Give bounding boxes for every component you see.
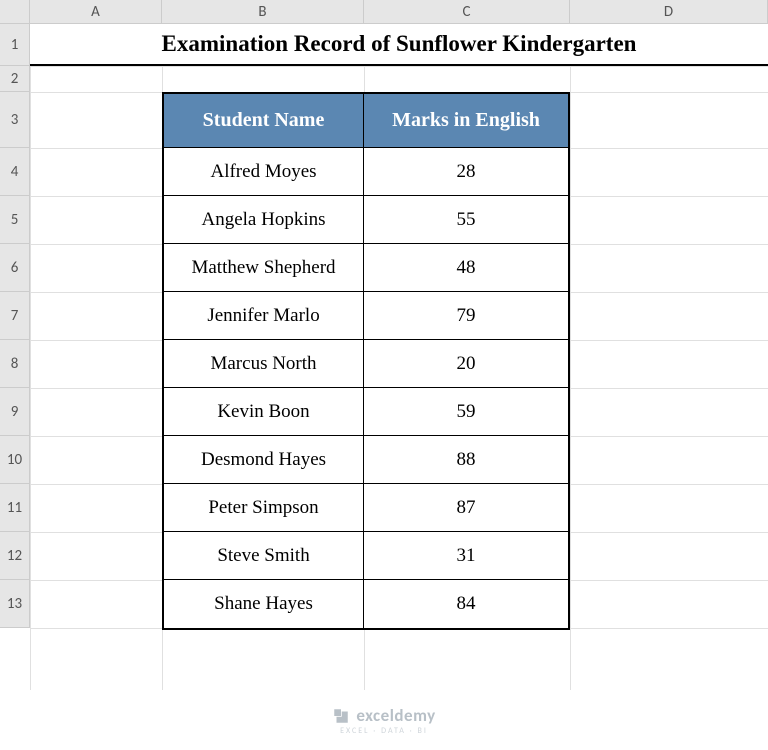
cell-student-name[interactable]: Peter Simpson bbox=[164, 484, 364, 532]
gridline bbox=[30, 24, 31, 690]
cell-marks[interactable]: 87 bbox=[364, 484, 568, 532]
data-table: Student NameMarks in EnglishAlfred Moyes… bbox=[162, 92, 570, 630]
cell-student-name[interactable]: Kevin Boon bbox=[164, 388, 364, 436]
col-head-D[interactable]: D bbox=[570, 0, 768, 24]
table-row: Kevin Boon59 bbox=[164, 388, 568, 436]
cell-student-name[interactable]: Steve Smith bbox=[164, 532, 364, 580]
table-row: Marcus North20 bbox=[164, 340, 568, 388]
col-head-B[interactable]: B bbox=[162, 0, 364, 24]
table-row: Alfred Moyes28 bbox=[164, 148, 568, 196]
table-row: Jennifer Marlo79 bbox=[164, 292, 568, 340]
header-student-name[interactable]: Student Name bbox=[164, 94, 364, 148]
cell-student-name[interactable]: Shane Hayes bbox=[164, 580, 364, 628]
table-row: Steve Smith31 bbox=[164, 532, 568, 580]
cell-marks[interactable]: 88 bbox=[364, 436, 568, 484]
logo-icon bbox=[332, 707, 350, 725]
watermark: exceldemy bbox=[0, 705, 768, 726]
row-head-10[interactable]: 10 bbox=[0, 436, 30, 484]
cell-marks[interactable]: 31 bbox=[364, 532, 568, 580]
row-head-2[interactable]: 2 bbox=[0, 66, 30, 92]
cell-marks[interactable]: 28 bbox=[364, 148, 568, 196]
row-head-13[interactable]: 13 bbox=[0, 580, 30, 628]
column-headers: ABCD bbox=[30, 0, 768, 24]
row-head-3[interactable]: 3 bbox=[0, 92, 30, 148]
table-row: Shane Hayes84 bbox=[164, 580, 568, 628]
cell-marks[interactable]: 84 bbox=[364, 580, 568, 628]
row-head-12[interactable]: 12 bbox=[0, 532, 30, 580]
cell-student-name[interactable]: Angela Hopkins bbox=[164, 196, 364, 244]
sheet-title-text: Examination Record of Sunflower Kinderga… bbox=[162, 31, 637, 57]
cell-student-name[interactable]: Desmond Hayes bbox=[164, 436, 364, 484]
sheet-title[interactable]: Examination Record of Sunflower Kinderga… bbox=[30, 24, 768, 66]
table-row: Desmond Hayes88 bbox=[164, 436, 568, 484]
cell-marks[interactable]: 48 bbox=[364, 244, 568, 292]
row-head-6[interactable]: 6 bbox=[0, 244, 30, 292]
cell-student-name[interactable]: Marcus North bbox=[164, 340, 364, 388]
gridline bbox=[30, 66, 768, 67]
row-head-1[interactable]: 1 bbox=[0, 24, 30, 66]
header-marks[interactable]: Marks in English bbox=[364, 94, 568, 148]
select-all-corner[interactable] bbox=[0, 0, 30, 24]
spreadsheet-area: ABCD 12345678910111213 Examination Recor… bbox=[0, 0, 768, 690]
cell-marks[interactable]: 59 bbox=[364, 388, 568, 436]
table-row: Matthew Shepherd48 bbox=[164, 244, 568, 292]
col-head-C[interactable]: C bbox=[364, 0, 570, 24]
watermark-subtitle: EXCEL · DATA · BI bbox=[0, 726, 768, 736]
row-head-4[interactable]: 4 bbox=[0, 148, 30, 196]
table-row: Peter Simpson87 bbox=[164, 484, 568, 532]
cell-student-name[interactable]: Alfred Moyes bbox=[164, 148, 364, 196]
row-head-5[interactable]: 5 bbox=[0, 196, 30, 244]
watermark-text: exceldemy bbox=[356, 705, 435, 726]
row-head-7[interactable]: 7 bbox=[0, 292, 30, 340]
cell-marks[interactable]: 55 bbox=[364, 196, 568, 244]
cell-marks[interactable]: 79 bbox=[364, 292, 568, 340]
cell-student-name[interactable]: Matthew Shepherd bbox=[164, 244, 364, 292]
row-head-8[interactable]: 8 bbox=[0, 340, 30, 388]
row-head-9[interactable]: 9 bbox=[0, 388, 30, 436]
gridline bbox=[570, 24, 571, 690]
row-head-11[interactable]: 11 bbox=[0, 484, 30, 532]
col-head-A[interactable]: A bbox=[30, 0, 162, 24]
cell-student-name[interactable]: Jennifer Marlo bbox=[164, 292, 364, 340]
row-headers: 12345678910111213 bbox=[0, 24, 30, 628]
cell-marks[interactable]: 20 bbox=[364, 340, 568, 388]
table-row: Angela Hopkins55 bbox=[164, 196, 568, 244]
table-header-row: Student NameMarks in English bbox=[164, 94, 568, 148]
